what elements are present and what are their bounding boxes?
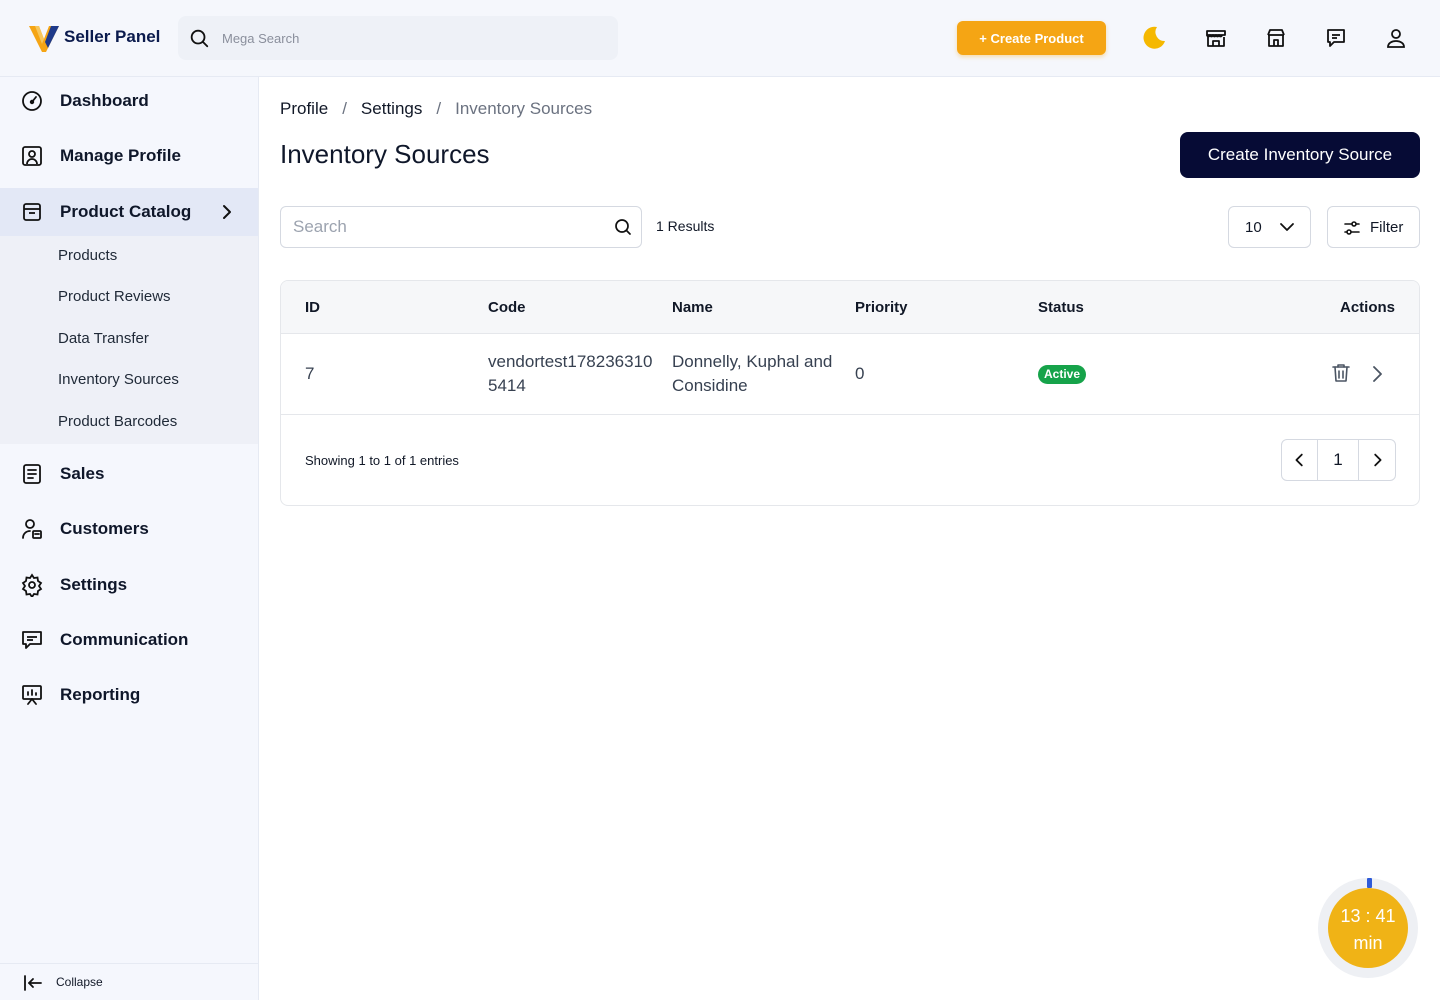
delete-icon[interactable] — [1329, 361, 1353, 385]
collapse-sidebar-button[interactable]: Collapse — [0, 963, 258, 1000]
results-count: 1 Results — [656, 218, 715, 234]
cell-name: Donnelly, Kuphal and Considine — [672, 350, 832, 398]
chevron-right-icon[interactable] — [1365, 362, 1389, 386]
sidebar-item-label: Customers — [60, 519, 149, 538]
pagination: 1 — [1281, 439, 1396, 481]
sidebar: Dashboard Manage Profile Product Catalog… — [0, 77, 259, 1000]
sidebar-item-reporting[interactable]: Reporting — [0, 671, 258, 719]
session-timer[interactable]: 13 : 41 min — [1318, 878, 1418, 978]
filter-icon — [1344, 221, 1360, 235]
create-inventory-source-button[interactable]: Create Inventory Source — [1180, 132, 1420, 178]
filter-button[interactable]: Filter — [1327, 206, 1420, 248]
column-header-code[interactable]: Code — [488, 299, 526, 316]
sidebar-item-label: Settings — [60, 575, 128, 594]
cell-name-line: Considine — [672, 376, 748, 395]
breadcrumb-settings[interactable]: Settings — [361, 99, 422, 119]
sidebar-item-label: Product Catalog — [60, 202, 192, 221]
pagination-prev-button[interactable] — [1282, 440, 1318, 480]
inventory-sources-table: ID Code Name Priority Status Actions 7 v… — [280, 280, 1420, 506]
submenu-item-product-reviews[interactable]: Product Reviews — [58, 288, 171, 305]
search-icon — [190, 29, 209, 48]
search-icon[interactable] — [613, 217, 633, 237]
cell-code: vendortest178236310 5414 — [488, 350, 652, 398]
sidebar-item-customers[interactable]: Customers — [0, 505, 258, 553]
breadcrumb-profile[interactable]: Profile — [280, 99, 328, 119]
moon-icon[interactable] — [1139, 24, 1167, 52]
reporting-icon — [22, 685, 42, 705]
sidebar-item-communication[interactable]: Communication — [0, 616, 258, 664]
column-header-priority[interactable]: Priority — [855, 299, 908, 316]
sidebar-item-settings[interactable]: Settings — [0, 561, 258, 609]
column-header-id[interactable]: ID — [305, 299, 320, 316]
pagination-summary: Showing 1 to 1 of 1 entries — [305, 453, 459, 468]
timer-time: 13 : 41 — [1340, 906, 1396, 926]
submenu-item-inventory-sources[interactable]: Inventory Sources — [58, 371, 179, 388]
sidebar-item-label: Manage Profile — [60, 146, 181, 165]
sidebar-item-manage-profile[interactable]: Manage Profile — [0, 132, 258, 180]
logo-icon — [29, 26, 59, 52]
timer-face: 13 : 41 min — [1328, 888, 1408, 968]
collapse-label: Collapse — [56, 975, 103, 989]
cell-id: 7 — [305, 364, 315, 383]
cell-code-line: vendortest178236310 — [488, 352, 653, 371]
breadcrumb-separator: / — [436, 99, 442, 118]
user-icon[interactable] — [1382, 24, 1410, 52]
pagination-next-button[interactable] — [1359, 440, 1395, 480]
sidebar-item-product-catalog[interactable]: Product Catalog — [0, 188, 258, 236]
shop-icon[interactable] — [1262, 24, 1290, 52]
dashboard-icon — [22, 91, 42, 111]
chevron-right-icon — [1374, 453, 1382, 467]
cell-priority: 0 — [855, 364, 865, 383]
submenu-item-data-transfer[interactable]: Data Transfer — [58, 330, 149, 347]
sidebar-item-sales[interactable]: Sales — [0, 450, 258, 498]
breadcrumb: Profile / Settings / Inventory Sources — [280, 99, 592, 119]
catalog-icon — [23, 203, 41, 221]
cell-name-line: Donnelly, Kuphal and — [672, 352, 833, 371]
breadcrumb-separator: / — [342, 99, 347, 118]
timer-unit: min — [1353, 933, 1383, 953]
brand-name: Seller Panel — [64, 27, 161, 46]
timer-progress-mark — [1367, 878, 1372, 888]
sidebar-item-label: Communication — [60, 630, 189, 649]
filter-label: Filter — [1370, 219, 1404, 236]
create-product-button[interactable]: + Create Product — [957, 21, 1106, 55]
status-badge: Active — [1038, 365, 1087, 384]
table-search[interactable] — [280, 206, 642, 248]
chat-icon[interactable] — [1322, 24, 1350, 52]
brand-logo[interactable]: Seller Panel — [28, 22, 160, 54]
mega-search[interactable] — [178, 16, 618, 60]
top-header: Seller Panel + Create Product — [0, 0, 1440, 77]
table-header: ID Code Name Priority Status Actions — [281, 281, 1419, 334]
sidebar-item-label: Sales — [60, 464, 105, 483]
collapse-icon — [24, 975, 42, 991]
profile-icon — [22, 146, 42, 166]
submenu-item-products[interactable]: Products — [58, 247, 117, 264]
sidebar-item-label: Dashboard — [60, 91, 149, 110]
table-row[interactable]: 7 vendortest178236310 5414 Donnelly, Kup… — [281, 334, 1419, 415]
product-catalog-submenu: Products Product Reviews Data Transfer I… — [0, 236, 258, 444]
per-page-select[interactable]: 10 — [1228, 206, 1311, 248]
customers-icon — [22, 519, 42, 539]
chevron-left-icon — [1295, 453, 1303, 467]
chevron-right-icon — [223, 205, 231, 219]
column-header-status[interactable]: Status — [1038, 299, 1084, 316]
communication-icon — [22, 631, 42, 649]
column-header-actions: Actions — [1340, 299, 1396, 316]
chevron-down-icon — [1280, 223, 1294, 231]
submenu-item-product-barcodes[interactable]: Product Barcodes — [58, 413, 177, 430]
search-input[interactable] — [293, 207, 603, 247]
sidebar-item-label: Reporting — [60, 685, 141, 704]
page-title: Inventory Sources — [280, 139, 490, 169]
pagination-page[interactable]: 1 — [1318, 440, 1359, 480]
per-page-value: 10 — [1245, 219, 1262, 236]
mega-search-input[interactable] — [222, 16, 602, 60]
sales-icon — [23, 464, 41, 484]
settings-icon — [21, 573, 43, 597]
cell-code-line: 5414 — [488, 376, 526, 395]
store-icon[interactable] — [1202, 24, 1230, 52]
breadcrumb-current: Inventory Sources — [455, 99, 593, 118]
column-header-name[interactable]: Name — [672, 299, 713, 316]
sidebar-item-dashboard[interactable]: Dashboard — [0, 77, 258, 125]
